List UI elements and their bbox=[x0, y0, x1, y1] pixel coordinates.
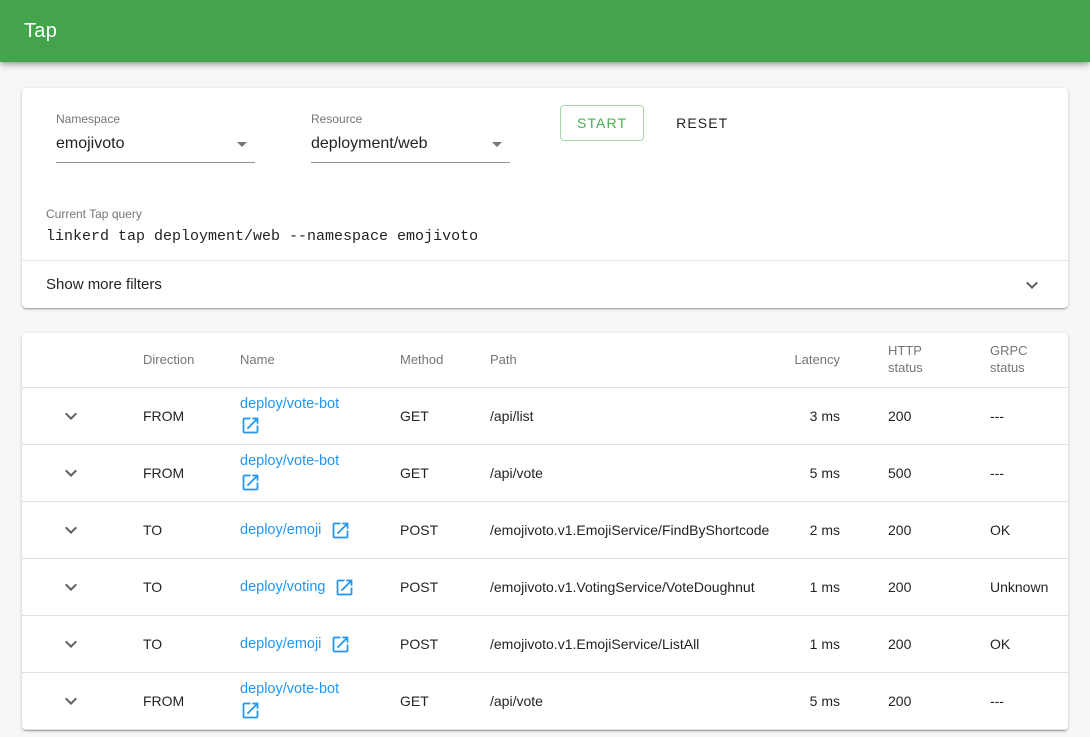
resource-link[interactable]: deploy/emoji bbox=[240, 522, 321, 538]
chevron-down-icon bbox=[59, 575, 83, 599]
latency-cell: 2 ms bbox=[774, 522, 840, 538]
dropdown-arrow-icon bbox=[237, 142, 247, 147]
grpc-status-cell: --- bbox=[990, 465, 1068, 481]
open-in-new-icon[interactable] bbox=[240, 472, 261, 493]
http-status-cell: 500 bbox=[840, 465, 990, 481]
namespace-value: emojivoto bbox=[56, 135, 124, 153]
direction-cell: FROM bbox=[143, 693, 240, 709]
chevron-down-icon bbox=[59, 689, 83, 713]
open-in-new-icon[interactable] bbox=[330, 634, 351, 655]
expand-row-button[interactable] bbox=[59, 461, 83, 485]
grpc-status-cell: Unknown bbox=[990, 579, 1068, 595]
http-status-cell: 200 bbox=[840, 408, 990, 424]
latency-cell: 1 ms bbox=[774, 579, 840, 595]
resource-link[interactable]: deploy/emoji bbox=[240, 636, 321, 652]
app-bar: Tap bbox=[0, 0, 1090, 62]
table-row: TO deploy/emoji POST /emojivoto.v1.Emoji… bbox=[22, 616, 1068, 673]
direction-cell: TO bbox=[143, 636, 240, 652]
query-command: linkerd tap deployment/web --namespace e… bbox=[46, 228, 1044, 260]
resource-select[interactable]: Resource deployment/web bbox=[311, 112, 510, 163]
latency-cell: 3 ms bbox=[774, 408, 840, 424]
expand-row-button[interactable] bbox=[59, 575, 83, 599]
chevron-down-icon bbox=[59, 461, 83, 485]
namespace-select[interactable]: Namespace emojivoto bbox=[56, 112, 255, 163]
column-name: Name bbox=[240, 352, 400, 369]
chevron-down-icon bbox=[59, 518, 83, 542]
latency-cell: 5 ms bbox=[774, 465, 840, 481]
resource-label: Resource bbox=[311, 112, 510, 126]
latency-cell: 5 ms bbox=[774, 693, 840, 709]
query-label: Current Tap query bbox=[46, 207, 1044, 221]
resource-link[interactable]: deploy/voting bbox=[240, 579, 325, 595]
method-cell: GET bbox=[400, 465, 490, 481]
tap-results-table: Direction Name Method Path Latency HTTP … bbox=[22, 333, 1068, 730]
http-status-cell: 200 bbox=[840, 693, 990, 709]
direction-cell: FROM bbox=[143, 465, 240, 481]
table-row: FROM deploy/vote-bot GET /api/list 3 ms … bbox=[22, 388, 1068, 445]
open-in-new-icon[interactable] bbox=[330, 520, 351, 541]
current-tap-query: Current Tap query linkerd tap deployment… bbox=[46, 207, 1044, 260]
tap-filters-card: Namespace emojivoto Resource deployment/… bbox=[22, 88, 1068, 308]
path-cell: /emojivoto.v1.EmojiService/FindByShortco… bbox=[490, 522, 774, 538]
grpc-status-cell: OK bbox=[990, 636, 1068, 652]
open-in-new-icon[interactable] bbox=[334, 577, 355, 598]
method-cell: POST bbox=[400, 579, 490, 595]
resource-link[interactable]: deploy/vote-bot bbox=[240, 453, 339, 469]
direction-cell: TO bbox=[143, 522, 240, 538]
show-more-filters-toggle[interactable]: Show more filters bbox=[22, 260, 1068, 308]
column-direction: Direction bbox=[143, 352, 240, 369]
path-cell: /emojivoto.v1.EmojiService/ListAll bbox=[490, 636, 774, 652]
resource-link[interactable]: deploy/vote-bot bbox=[240, 396, 339, 412]
table-row: TO deploy/voting POST /emojivoto.v1.Voti… bbox=[22, 559, 1068, 616]
path-cell: /api/list bbox=[490, 408, 774, 424]
resource-link[interactable]: deploy/vote-bot bbox=[240, 681, 339, 697]
reset-button[interactable]: RESET bbox=[668, 105, 736, 141]
table-header-row: Direction Name Method Path Latency HTTP … bbox=[22, 333, 1068, 388]
http-status-cell: 200 bbox=[840, 579, 990, 595]
direction-cell: TO bbox=[143, 579, 240, 595]
open-in-new-icon[interactable] bbox=[240, 700, 261, 721]
http-status-cell: 200 bbox=[840, 522, 990, 538]
path-cell: /emojivoto.v1.VotingService/VoteDoughnut bbox=[490, 579, 774, 595]
table-row: FROM deploy/vote-bot GET /api/vote 5 ms … bbox=[22, 445, 1068, 502]
http-status-cell: 200 bbox=[840, 636, 990, 652]
grpc-status-cell: --- bbox=[990, 408, 1068, 424]
latency-cell: 1 ms bbox=[774, 636, 840, 652]
method-cell: POST bbox=[400, 522, 490, 538]
expand-row-button[interactable] bbox=[59, 689, 83, 713]
path-cell: /api/vote bbox=[490, 465, 774, 481]
direction-cell: FROM bbox=[143, 408, 240, 424]
chevron-down-icon bbox=[59, 404, 83, 428]
table-body: FROM deploy/vote-bot GET /api/list 3 ms … bbox=[22, 388, 1068, 730]
dropdown-arrow-icon bbox=[492, 142, 502, 147]
show-more-filters-label: Show more filters bbox=[46, 276, 162, 293]
page-title: Tap bbox=[24, 20, 57, 43]
chevron-down-icon bbox=[1020, 273, 1044, 297]
column-method: Method bbox=[400, 352, 490, 369]
expand-row-button[interactable] bbox=[59, 404, 83, 428]
table-row: TO deploy/emoji POST /emojivoto.v1.Emoji… bbox=[22, 502, 1068, 559]
namespace-label: Namespace bbox=[56, 112, 255, 126]
method-cell: POST bbox=[400, 636, 490, 652]
resource-value: deployment/web bbox=[311, 135, 428, 153]
expand-row-button[interactable] bbox=[59, 518, 83, 542]
start-button[interactable]: START bbox=[560, 105, 644, 141]
grpc-status-cell: --- bbox=[990, 693, 1068, 709]
expand-row-button[interactable] bbox=[59, 632, 83, 656]
grpc-status-cell: OK bbox=[990, 522, 1068, 538]
chevron-down-icon bbox=[59, 632, 83, 656]
column-path: Path bbox=[490, 352, 774, 369]
open-in-new-icon[interactable] bbox=[240, 415, 261, 436]
method-cell: GET bbox=[400, 408, 490, 424]
method-cell: GET bbox=[400, 693, 490, 709]
column-http-status: HTTP status bbox=[888, 343, 936, 377]
table-row: FROM deploy/vote-bot GET /api/vote 5 ms … bbox=[22, 673, 1068, 730]
column-latency: Latency bbox=[774, 352, 840, 369]
path-cell: /api/vote bbox=[490, 693, 774, 709]
column-grpc-status: GRPC status bbox=[990, 343, 1038, 377]
